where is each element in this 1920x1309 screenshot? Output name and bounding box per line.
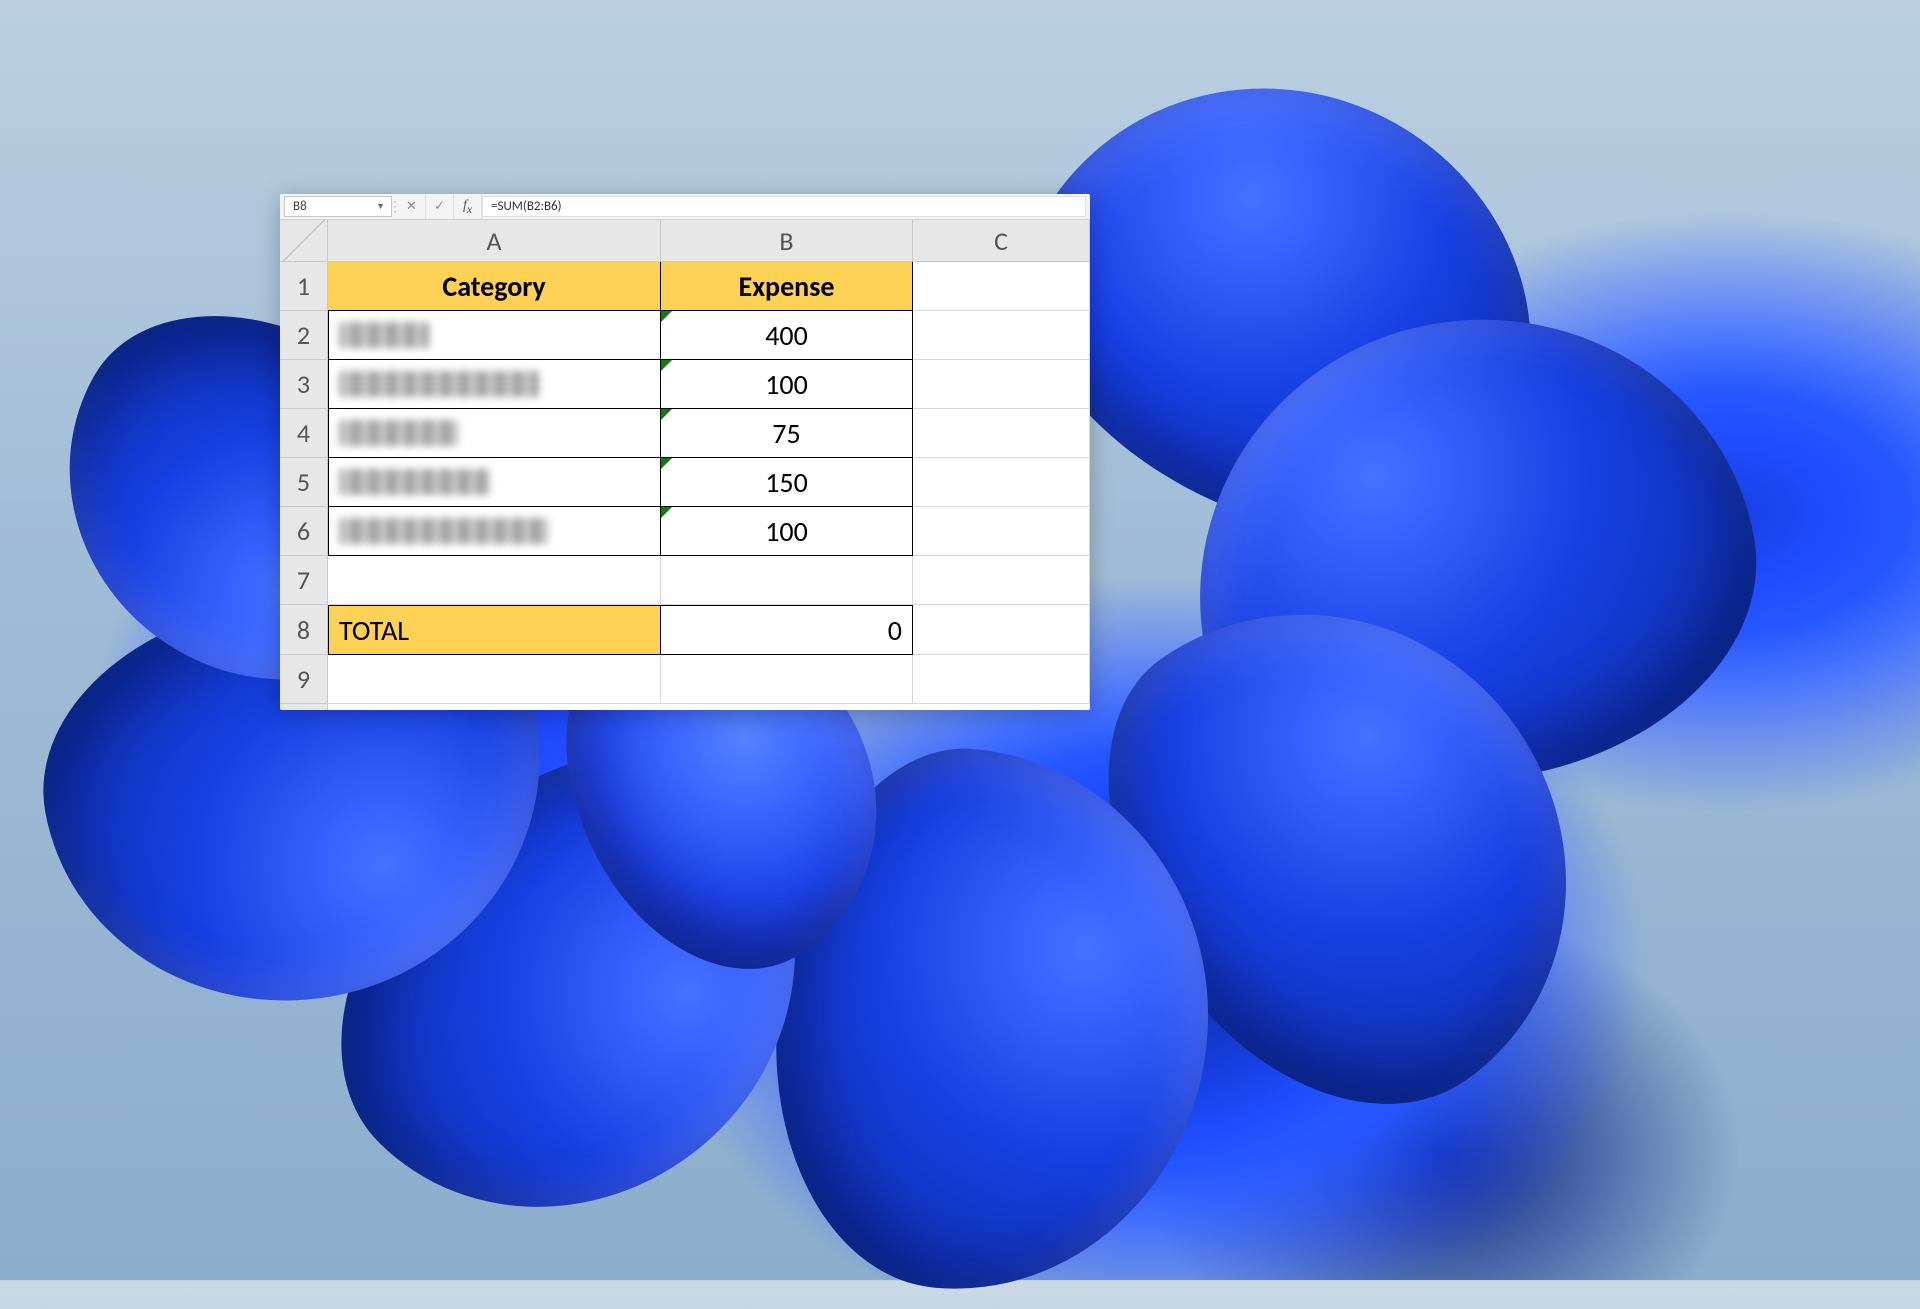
cell-b7[interactable] (661, 556, 913, 605)
cell-a1[interactable]: Category (328, 262, 661, 311)
formula-bar: B8 ▼ ⋮ ✕ ✓ fx =SUM(B2:B6) (280, 194, 1090, 220)
error-indicator-icon (661, 458, 672, 469)
cell-a2[interactable] (328, 311, 661, 360)
redacted-text (339, 420, 459, 446)
fx-icon: fx (463, 198, 472, 216)
cell-a5[interactable] (328, 458, 661, 507)
formula-text: =SUM(B2:B6) (491, 199, 562, 214)
x-icon: ✕ (406, 199, 417, 214)
redacted-text (339, 371, 539, 397)
cell-a9[interactable] (328, 655, 661, 704)
cell-c1[interactable] (913, 262, 1090, 311)
error-indicator-icon (661, 311, 672, 322)
cell-c3[interactable] (913, 360, 1090, 409)
cell-reference: B8 (293, 199, 307, 214)
cell-c9[interactable] (913, 655, 1090, 704)
column-header-a[interactable]: A (328, 220, 661, 261)
accept-formula-button[interactable]: ✓ (426, 194, 454, 219)
cell-c4[interactable] (913, 409, 1090, 458)
select-all-corner[interactable] (280, 220, 328, 262)
cell-value: 0 (888, 613, 902, 648)
cell-a8[interactable]: TOTAL (328, 605, 661, 655)
cell-b5[interactable]: 150 (661, 458, 913, 507)
row-header-1[interactable]: 1 (280, 262, 327, 311)
cell-c8[interactable] (913, 605, 1090, 655)
chevron-down-icon: ▼ (376, 201, 385, 212)
cell-a3[interactable] (328, 360, 661, 409)
cell-b3[interactable]: 100 (661, 360, 913, 409)
cell-value: 75 (772, 416, 800, 451)
row-header-4[interactable]: 4 (280, 409, 327, 458)
cell-c6[interactable] (913, 507, 1090, 556)
row-header-7[interactable]: 7 (280, 556, 327, 605)
cell-b1[interactable]: Expense (661, 262, 913, 311)
row-header-5[interactable]: 5 (280, 458, 327, 507)
row-header-8[interactable]: 8 (280, 605, 327, 655)
row-header-3[interactable]: 3 (280, 360, 327, 409)
column-headers: A B C (328, 220, 1090, 262)
error-indicator-icon (661, 409, 672, 420)
error-indicator-icon (661, 360, 672, 371)
redacted-text (339, 518, 549, 544)
spreadsheet-grid: A B C 1 2 3 4 5 6 7 8 9 Category Expense (280, 220, 1090, 710)
cell-b6[interactable]: 100 (661, 507, 913, 556)
row-headers: 1 2 3 4 5 6 7 8 9 (280, 262, 328, 710)
cell-b4[interactable]: 75 (661, 409, 913, 458)
name-box[interactable]: B8 ▼ (284, 196, 392, 217)
row-header-6[interactable]: 6 (280, 507, 327, 556)
spreadsheet-window: B8 ▼ ⋮ ✕ ✓ fx =SUM(B2:B6) A B C 1 2 3 4 … (280, 194, 1090, 710)
row-header-2[interactable]: 2 (280, 311, 327, 360)
error-indicator-icon (661, 507, 672, 518)
cell-b2[interactable]: 400 (661, 311, 913, 360)
cell-value: 100 (765, 367, 808, 402)
cell-c5[interactable] (913, 458, 1090, 507)
redacted-text (339, 469, 489, 495)
column-header-c[interactable]: C (913, 220, 1090, 261)
check-icon: ✓ (434, 199, 445, 214)
cell-value: 100 (765, 514, 808, 549)
cell-a6[interactable] (328, 507, 661, 556)
cell-b9[interactable] (661, 655, 913, 704)
cell-value: 400 (765, 318, 808, 353)
cell-value: 150 (765, 465, 808, 500)
cell-a7[interactable] (328, 556, 661, 605)
column-header-b[interactable]: B (661, 220, 913, 261)
insert-function-button[interactable]: fx (454, 194, 482, 219)
cancel-formula-button[interactable]: ✕ (398, 194, 426, 219)
cell-c2[interactable] (913, 311, 1090, 360)
redacted-text (339, 322, 429, 348)
cell-b8[interactable]: 0 (661, 605, 913, 655)
row-header-9[interactable]: 9 (280, 655, 327, 704)
cells: Category Expense 400 100 75 (328, 262, 1090, 710)
cell-a4[interactable] (328, 409, 661, 458)
cell-c7[interactable] (913, 556, 1090, 605)
formula-input[interactable]: =SUM(B2:B6) (482, 196, 1086, 217)
